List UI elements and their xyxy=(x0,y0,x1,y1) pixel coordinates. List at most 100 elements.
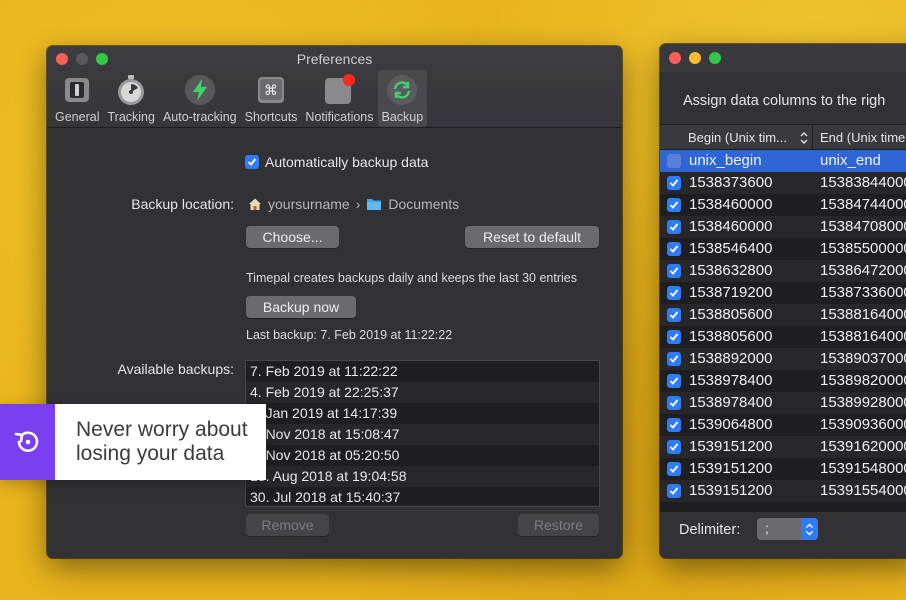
cell-end: 15386472000 xyxy=(820,262,906,279)
row-checkbox[interactable] xyxy=(667,484,681,498)
svg-text:⌘: ⌘ xyxy=(264,83,278,99)
tab-notifications-label: Notifications xyxy=(305,110,373,124)
cell-begin: 1538805600 xyxy=(689,306,772,323)
cell-end: 15391620000 xyxy=(820,438,906,455)
tab-auto-tracking[interactable]: Auto-tracking xyxy=(159,70,241,127)
backups-list[interactable]: 7. Feb 2019 at 11:22:22 4. Feb 2019 at 2… xyxy=(245,360,600,507)
remove-button[interactable]: Remove xyxy=(246,514,329,536)
restore-button[interactable]: Restore xyxy=(518,514,599,536)
table-row[interactable]: 153846000015384744000 xyxy=(660,194,906,216)
row-checkbox[interactable] xyxy=(667,264,681,278)
row-checkbox[interactable] xyxy=(667,462,681,476)
table-row[interactable]: 153897840015389928000 xyxy=(660,392,906,414)
row-checkbox[interactable] xyxy=(667,440,681,454)
available-backups-label: Available backups: xyxy=(118,361,234,377)
zoom-button[interactable] xyxy=(709,52,721,64)
banner-line-1: Never worry about xyxy=(76,418,248,442)
list-item[interactable]: 1. Nov 2018 at 05:20:50 xyxy=(246,445,599,466)
row-checkbox[interactable] xyxy=(667,352,681,366)
row-checkbox[interactable] xyxy=(667,242,681,256)
cell-begin: 1538373600 xyxy=(689,174,772,191)
cell-end: 15390936000 xyxy=(820,416,906,433)
table-row[interactable]: 153846000015384708000 xyxy=(660,216,906,238)
cell-begin: 1538978400 xyxy=(689,372,772,389)
tab-shortcuts-label: Shortcuts xyxy=(245,110,298,124)
row-checkbox[interactable] xyxy=(667,330,681,344)
table-row[interactable]: 1538373600 15383844000 xyxy=(660,172,906,194)
column-header-end[interactable]: End (Unix time xyxy=(820,130,905,145)
checkmark-icon xyxy=(669,332,679,342)
home-icon xyxy=(248,197,262,211)
cell-end: unix_end xyxy=(820,152,881,169)
table-row[interactable]: 153871920015387336000 xyxy=(660,282,906,304)
cell-end: 15383844000 xyxy=(820,174,906,191)
notification-badge-icon xyxy=(323,74,355,106)
tab-general[interactable]: General xyxy=(51,70,103,127)
list-item[interactable]: 4. Feb 2019 at 22:25:37 xyxy=(246,382,599,403)
list-item[interactable]: 9. Nov 2018 at 15:08:47 xyxy=(246,424,599,445)
bolt-icon xyxy=(184,74,216,106)
row-checkbox[interactable] xyxy=(667,396,681,410)
auto-backup-checkbox[interactable] xyxy=(245,155,259,169)
table-row[interactable]: 153880560015388164000 xyxy=(660,326,906,348)
row-checkbox[interactable] xyxy=(667,286,681,300)
list-item[interactable]: 1. Jan 2019 at 14:17:39 xyxy=(246,403,599,424)
table-row[interactable]: 153889200015389037000 xyxy=(660,348,906,370)
cell-end: 15384708000 xyxy=(820,218,906,235)
cell-end: 15387336000 xyxy=(820,284,906,301)
list-item[interactable]: 7. Feb 2019 at 11:22:22 xyxy=(246,361,599,382)
tab-shortcuts[interactable]: ⌘ Shortcuts xyxy=(241,70,302,127)
table-body: unix_begin unix_end 1538373600 15383844000… xyxy=(660,150,906,538)
row-checkbox[interactable] xyxy=(667,176,681,190)
table-row[interactable]: 153915120015391548000 xyxy=(660,458,906,480)
table-row[interactable]: 153915120015391554000 xyxy=(660,480,906,502)
cell-begin: unix_begin xyxy=(689,152,762,169)
list-item[interactable]: 15. Aug 2018 at 19:04:58 xyxy=(246,466,599,487)
close-button[interactable] xyxy=(669,52,681,64)
checkmark-icon xyxy=(669,178,679,188)
table-row[interactable]: 153854640015385500000 xyxy=(660,238,906,260)
row-checkbox[interactable] xyxy=(667,220,681,234)
table-row[interactable]: 153880560015388164000 xyxy=(660,304,906,326)
row-checkbox[interactable] xyxy=(667,308,681,322)
table-row[interactable]: 153863280015386472000 xyxy=(660,260,906,282)
backup-location-label: Backup location: xyxy=(131,196,234,212)
tab-tracking[interactable]: Tracking xyxy=(103,70,158,127)
path-folder: Documents xyxy=(388,196,459,212)
row-checkbox[interactable] xyxy=(667,418,681,432)
import-table[interactable]: Begin (Unix tim... End (Unix time unix_b… xyxy=(660,124,906,538)
cell-begin: 1538978400 xyxy=(689,394,772,411)
table-row[interactable]: 153897840015389820000 xyxy=(660,370,906,392)
preferences-toolbar: General Tracking Auto-tracking ⌘ Shortcu… xyxy=(51,70,427,127)
cell-begin: 1539151200 xyxy=(689,438,772,455)
tab-notifications[interactable]: Notifications xyxy=(301,70,377,127)
checkmark-icon xyxy=(669,266,679,276)
checkmark-icon xyxy=(669,222,679,232)
import-footer: Delimiter: ; xyxy=(660,512,906,558)
table-row[interactable]: unix_begin unix_end xyxy=(660,150,906,172)
column-header-begin[interactable]: Begin (Unix tim... xyxy=(688,130,787,145)
sort-icon[interactable] xyxy=(799,131,809,145)
table-row[interactable]: 1539064800 15390936000 xyxy=(660,414,906,436)
row-checkbox[interactable] xyxy=(667,154,681,168)
row-checkbox[interactable] xyxy=(667,198,681,212)
cell-begin: 1539064800 xyxy=(689,416,772,433)
delimiter-select[interactable]: ; xyxy=(757,518,818,540)
table-row[interactable]: 1539151200 15391620000 xyxy=(660,436,906,458)
list-item[interactable]: 30. Jul 2018 at 15:40:37 xyxy=(246,487,599,507)
delimiter-value: ; xyxy=(765,520,769,536)
tab-general-label: General xyxy=(55,110,99,124)
checkmark-icon xyxy=(669,310,679,320)
choose-button[interactable]: Choose... xyxy=(246,226,339,248)
reset-to-default-button[interactable]: Reset to default xyxy=(465,226,599,248)
checkmark-icon xyxy=(247,157,257,167)
window-controls xyxy=(669,52,721,64)
row-checkbox[interactable] xyxy=(667,374,681,388)
import-window: Assign data columns to the righ Begin (U… xyxy=(660,44,906,558)
tab-backup[interactable]: Backup xyxy=(378,70,428,127)
minimize-button[interactable] xyxy=(689,52,701,64)
auto-backup-row[interactable]: Automatically backup data xyxy=(245,154,428,170)
backup-now-button[interactable]: Backup now xyxy=(246,296,356,318)
select-stepper[interactable] xyxy=(801,518,818,540)
preferences-window: Preferences General Tracking Auto-tracki… xyxy=(47,46,622,558)
